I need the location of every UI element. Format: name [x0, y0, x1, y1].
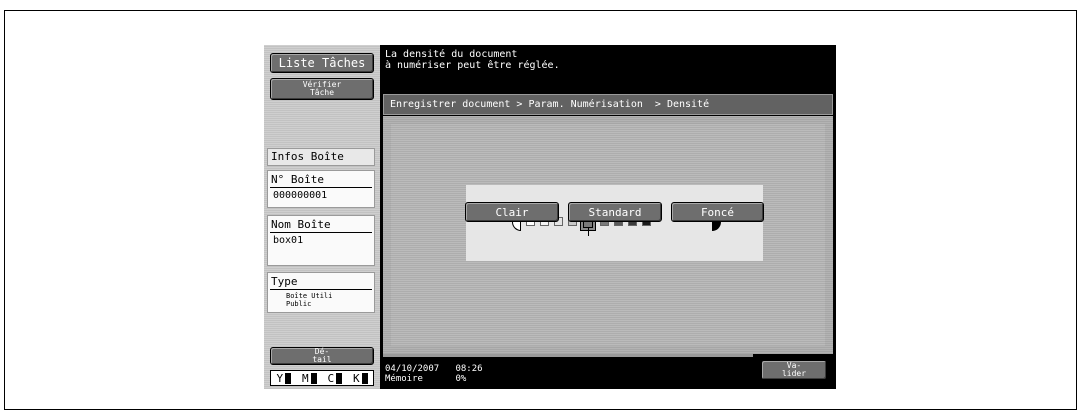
liste-taches-button[interactable]: Liste Tâches	[270, 53, 374, 73]
type-box: Type Boîte Utili Public	[267, 272, 375, 313]
toner-c: C	[327, 372, 343, 385]
infos-boite-title: Infos Boîte	[267, 148, 375, 166]
no-boite-box: N° Boîte 000000001	[267, 170, 375, 208]
type-value: Boîte Utili Public	[286, 292, 333, 308]
control-panel-screen: Liste Tâches Vérifier Tâche Infos Boîte …	[264, 45, 836, 389]
main-inner-panel: Clair Standard Foncé	[391, 124, 825, 346]
nom-boite-box: Nom Boîte box01	[267, 215, 375, 266]
standard-button[interactable]: Standard	[568, 202, 662, 222]
breadcrumb: Enregistrer document > Param. Numérisati…	[383, 94, 833, 115]
toner-m: M	[302, 372, 317, 385]
toner-indicator: Y M C K	[270, 370, 374, 386]
type-label: Type	[270, 273, 372, 290]
toner-k: K	[353, 372, 368, 385]
clair-button[interactable]: Clair	[465, 202, 559, 222]
memory-value: 0%	[455, 374, 467, 384]
memory-label: Mémoire	[385, 374, 423, 384]
no-boite-label: N° Boîte	[270, 171, 372, 188]
toner-k-level-icon	[361, 372, 368, 384]
nom-boite-value: box01	[273, 235, 304, 246]
left-sidebar: Liste Tâches Vérifier Tâche Infos Boîte …	[264, 45, 380, 389]
status-bar: 04/10/2007 08:26 Mémoire 0%	[385, 364, 483, 384]
main-content: Clair Standard Foncé	[383, 116, 833, 354]
valider-button[interactable]: Va- lider	[761, 360, 827, 380]
toner-y: Y	[276, 372, 292, 385]
toner-y-level-icon	[285, 372, 292, 384]
toner-m-level-icon	[310, 372, 317, 384]
nom-boite-label: Nom Boîte	[270, 216, 372, 233]
density-panel	[466, 185, 763, 261]
verifier-tache-button[interactable]: Vérifier Tâche	[270, 78, 374, 100]
fonce-button[interactable]: Foncé	[671, 202, 764, 222]
toner-c-level-icon	[336, 372, 343, 384]
main-bottom-edge	[383, 354, 753, 357]
status-time: 08:26	[455, 364, 483, 374]
no-boite-value: 000000001	[273, 190, 328, 201]
status-date: 04/10/2007	[385, 364, 440, 374]
instruction-message: La densité du document à numériser peut …	[385, 49, 560, 71]
detail-button[interactable]: Dé- tail	[270, 347, 374, 365]
